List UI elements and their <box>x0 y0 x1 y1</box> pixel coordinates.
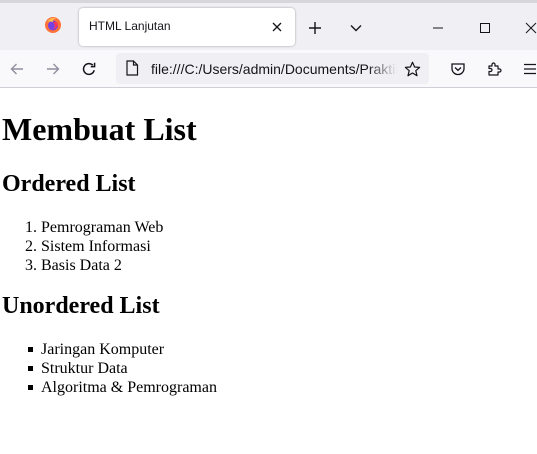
extensions-button[interactable] <box>484 59 504 79</box>
list-all-tabs-button[interactable] <box>346 18 366 38</box>
bookmark-button[interactable] <box>403 60 421 78</box>
list-item: 3. Basis Data 2 <box>0 256 400 275</box>
firefox-view-button[interactable] <box>40 14 66 40</box>
app-menu-button[interactable] <box>520 59 537 79</box>
square-bullet-icon <box>28 366 33 371</box>
pocket-icon <box>451 63 465 76</box>
pocket-button[interactable] <box>448 59 468 79</box>
list-item-text: Struktur Data <box>41 360 128 377</box>
list-item-number: 2. <box>25 238 37 255</box>
forward-button[interactable] <box>43 59 63 79</box>
navigation-toolbar: file:///C:/Users/admin/Documents/Praktik… <box>0 50 537 88</box>
ordered-list: 1. Pemrograman Web 2. Sistem Informasi 3… <box>0 218 400 275</box>
list-item: Algoritma & Pemrograman <box>0 378 400 397</box>
chevron-down-icon <box>350 25 362 32</box>
list-item: Struktur Data <box>0 359 400 378</box>
square-bullet-icon <box>28 385 33 390</box>
puzzle-icon <box>488 62 502 76</box>
hamburger-menu-icon <box>524 63 536 75</box>
reload-icon <box>82 62 96 76</box>
maximize-icon <box>480 23 490 33</box>
maximize-button[interactable] <box>475 18 495 38</box>
arrow-right-icon <box>47 63 60 75</box>
list-item-text: Sistem Informasi <box>41 238 151 255</box>
minimize-icon <box>433 27 443 29</box>
ordered-list-heading: Ordered List <box>2 171 136 197</box>
list-item-number: 3. <box>25 257 37 274</box>
back-button[interactable] <box>7 59 27 79</box>
list-item-number: 1. <box>25 219 37 236</box>
star-icon <box>404 61 420 76</box>
new-tab-button[interactable] <box>305 18 325 38</box>
address-bar[interactable]: file:///C:/Users/admin/Documents/Praktik… <box>116 53 429 84</box>
list-item: Jaringan Komputer <box>0 340 400 359</box>
square-bullet-icon <box>28 347 33 352</box>
tab-title: HTML Lanjutan <box>89 19 171 33</box>
list-item-text: Basis Data 2 <box>41 257 122 274</box>
unordered-list: Jaringan Komputer Struktur Data Algoritm… <box>0 340 400 397</box>
list-item-text: Pemrograman Web <box>41 219 164 236</box>
tab-strip: HTML Lanjutan <box>0 0 537 50</box>
page-content: Membuat List Ordered List 1. Pemrograman… <box>0 89 537 454</box>
page-icon <box>124 60 140 76</box>
window-close-button[interactable] <box>521 18 537 38</box>
page-title: Membuat List <box>2 111 197 147</box>
unordered-list-heading: Unordered List <box>2 293 160 319</box>
arrow-left-icon <box>10 63 23 75</box>
list-item: 2. Sistem Informasi <box>0 237 400 256</box>
reload-button[interactable] <box>79 59 99 79</box>
tab-html-lanjutan[interactable]: HTML Lanjutan <box>79 8 295 46</box>
firefox-icon <box>44 16 62 39</box>
close-icon <box>525 22 537 34</box>
list-item-text: Algoritma & Pemrograman <box>41 379 217 396</box>
plus-icon <box>309 22 321 34</box>
minimize-button[interactable] <box>428 18 448 38</box>
list-item-text: Jaringan Komputer <box>41 341 165 358</box>
url-text[interactable]: file:///C:/Users/admin/Documents/Praktik… <box>151 61 397 77</box>
tab-close-button[interactable] <box>269 19 285 35</box>
close-icon <box>272 22 282 32</box>
list-item: 1. Pemrograman Web <box>0 218 400 237</box>
